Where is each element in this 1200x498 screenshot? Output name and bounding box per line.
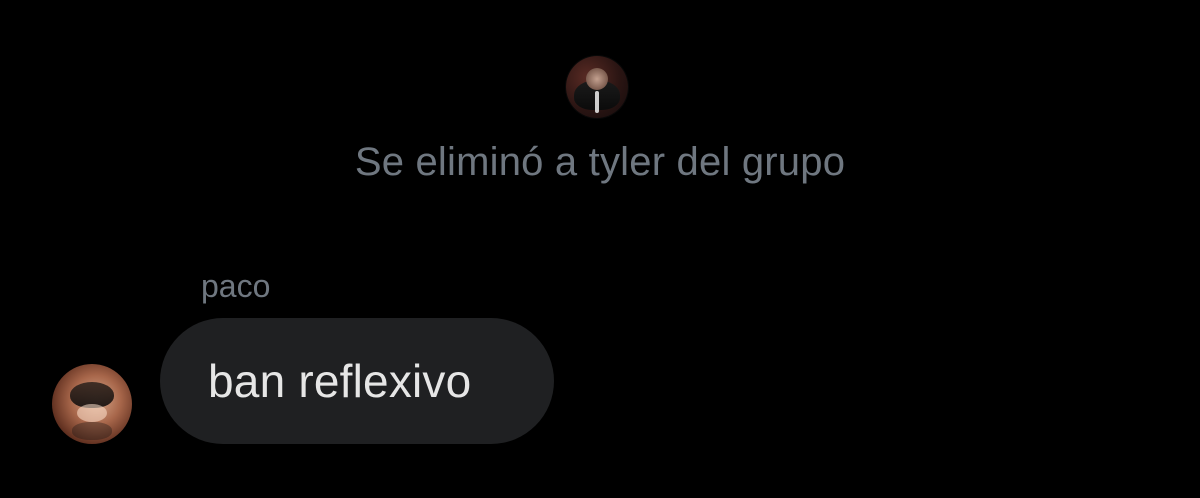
sender-name: paco [201,268,271,304]
avatar-image-shape [586,68,608,90]
event-avatar[interactable] [566,56,628,118]
message-text: ban reflexivo [208,355,472,407]
system-event-text: Se eliminó a tyler del grupo [354,140,846,184]
avatar-image-shape [595,91,599,113]
avatar-image-shape [72,422,112,440]
message-row: ban reflexivo [52,318,612,448]
avatar-image-shape [77,404,107,422]
sender-avatar[interactable] [52,364,132,444]
